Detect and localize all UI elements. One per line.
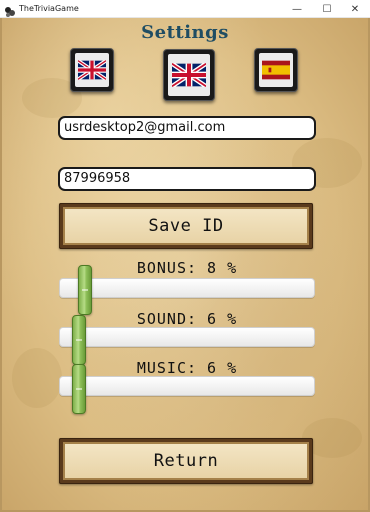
language-spanish-button[interactable] <box>254 48 298 92</box>
minimize-button[interactable]: — <box>282 0 312 18</box>
spain-flag-icon <box>262 60 290 80</box>
user-id-field[interactable]: 87996958 <box>58 167 316 191</box>
bonus-label: BONUS: 8 % <box>136 259 238 277</box>
save-id-label: Save ID <box>63 207 309 245</box>
sound-slider-track[interactable] <box>59 327 315 347</box>
app-icon <box>4 3 16 17</box>
uk-flag-icon <box>172 63 206 87</box>
bonus-slider-track[interactable] <box>59 278 315 298</box>
save-id-button[interactable]: Save ID <box>59 203 313 249</box>
language-english-button[interactable] <box>70 48 114 92</box>
maximize-button[interactable]: ☐ <box>312 0 342 18</box>
sound-slider-thumb[interactable] <box>72 315 86 365</box>
parchment-stain <box>12 348 62 408</box>
return-button[interactable]: Return <box>59 438 313 484</box>
bonus-slider-thumb[interactable] <box>78 265 92 315</box>
music-label: MUSIC: 6 % <box>136 359 238 377</box>
music-slider-thumb[interactable] <box>72 364 86 414</box>
window-title: TheTriviaGame <box>19 4 79 13</box>
language-english-selected-button[interactable] <box>163 49 215 101</box>
settings-screen: Settings usrdesktop2@gmail.com 87996958 … <box>0 18 370 512</box>
music-slider-track[interactable] <box>59 376 315 396</box>
window-titlebar: TheTriviaGame — ☐ ✕ <box>0 0 370 18</box>
email-field[interactable]: usrdesktop2@gmail.com <box>58 116 316 140</box>
uk-flag-icon <box>78 60 106 80</box>
page-title: Settings <box>141 22 229 43</box>
sound-label: SOUND: 6 % <box>136 310 238 328</box>
return-label: Return <box>63 442 309 480</box>
close-button[interactable]: ✕ <box>340 0 370 18</box>
